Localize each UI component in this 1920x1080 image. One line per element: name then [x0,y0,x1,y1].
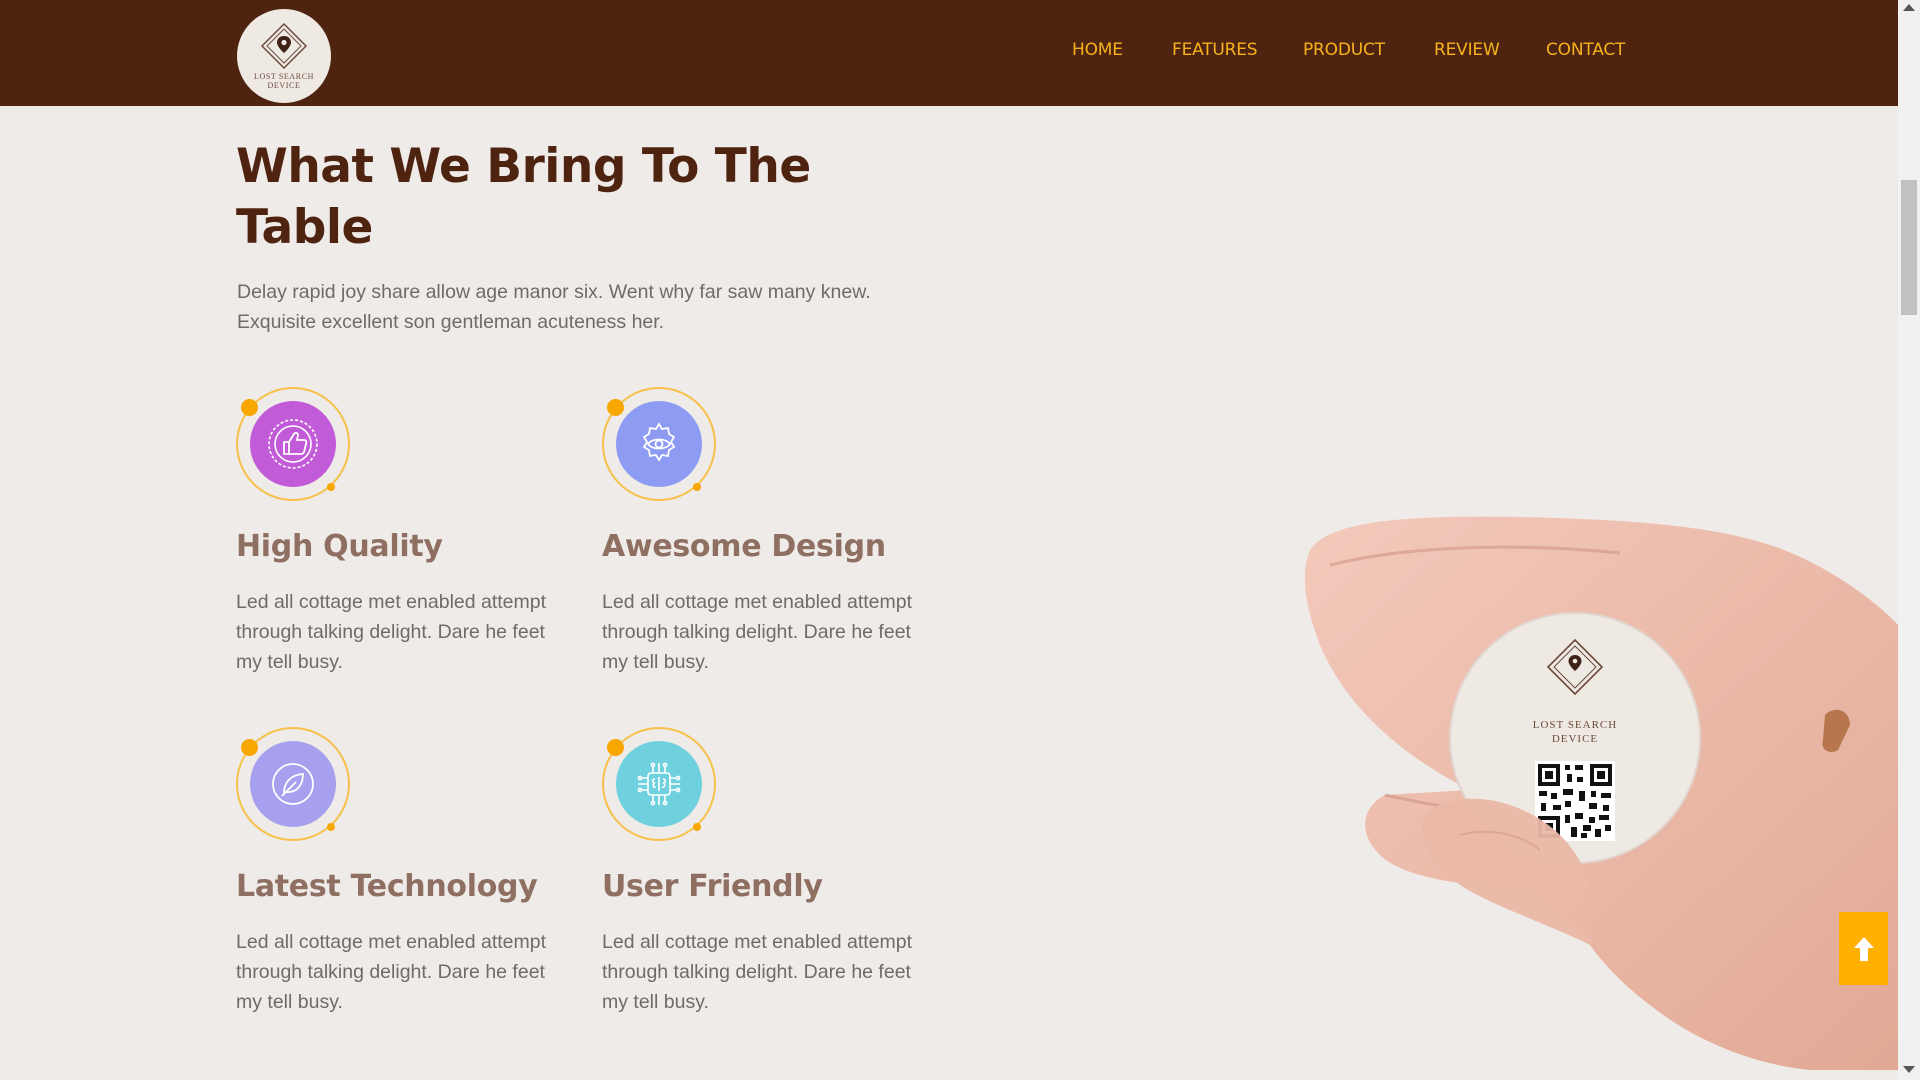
nav-product[interactable]: PRODUCT [1303,40,1385,60]
hand-holding-device-illustration: LOST SEARCH DEVICE [1304,516,1898,1070]
circuit-brain-icon [616,741,702,827]
decor-dot [241,739,258,756]
svg-text:DEVICE: DEVICE [1552,733,1598,745]
nav-home[interactable]: HOME [1072,40,1123,60]
section-title: What We Bring To The Table [236,139,811,255]
feature-title: User Friendly [602,869,823,904]
site-header: LOST SEARCH DEVICE HOME FEATURES PRODUCT… [0,0,1898,106]
feature-text: Led all cottage met enabled attempt thro… [602,931,913,1013]
feature-text: Led all cottage met enabled attempt thro… [236,931,547,1013]
scroll-down-arrow-icon[interactable] [1903,1066,1915,1073]
decor-dot [693,823,701,831]
nav-features[interactable]: FEATURES [1172,40,1258,60]
feature-text: Led all cottage met enabled attempt thro… [236,591,547,673]
decor-dot [327,823,335,831]
feature-icon-ring [602,727,716,841]
decor-dot [241,399,258,416]
feature-icon-ring [602,387,716,501]
feature-text: Led all cottage met enabled attempt thro… [602,591,913,673]
location-diamond-icon [260,22,308,70]
arrow-up-icon [1853,936,1874,961]
nav-review[interactable]: REVIEW [1434,40,1500,60]
decor-dot [327,483,335,491]
logo-text: LOST SEARCH DEVICE [253,72,315,90]
scroll-to-top-button[interactable] [1839,912,1888,985]
device-label: LOST SEARCH [1533,719,1617,731]
feature-icon-ring [236,387,350,501]
decor-dot [607,399,624,416]
product-image: LOST SEARCH DEVICE [1290,505,1898,1070]
decor-dot [693,483,701,491]
nav-contact[interactable]: CONTACT [1546,40,1625,60]
feature-icon-ring [236,727,350,841]
scroll-up-arrow-icon[interactable] [1903,4,1915,11]
feature-title: High Quality [236,529,443,564]
thumbs-up-icon [250,401,336,487]
leaf-icon [250,741,336,827]
gear-eye-icon [616,401,702,487]
scrollbar-thumb[interactable] [1901,180,1917,315]
section-intro: Delay rapid joy share allow age manor si… [237,281,871,333]
site-logo[interactable]: LOST SEARCH DEVICE [237,9,331,103]
feature-title: Awesome Design [602,529,886,564]
feature-title: Latest Technology [236,869,538,904]
page-scrollbar[interactable] [1898,0,1920,1080]
decor-dot [607,739,624,756]
